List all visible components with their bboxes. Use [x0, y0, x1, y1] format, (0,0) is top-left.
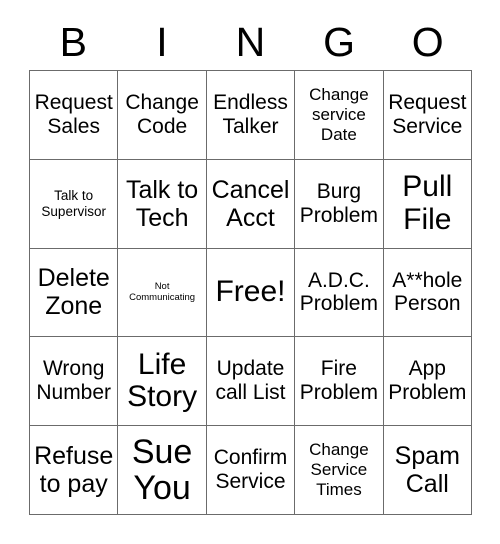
bingo-cell-label: Fire Problem [299, 357, 378, 405]
bingo-cell-r5c1[interactable]: Refuse to pay [30, 426, 119, 515]
bingo-cell-r5c3[interactable]: Confirm Service [206, 426, 296, 515]
bingo-cell-label: Free! [215, 275, 286, 309]
bingo-cell-r3c3[interactable]: Free! [206, 248, 296, 338]
bingo-cell-label: Talk to Tech [125, 175, 199, 232]
bingo-header-letter-g: G [323, 18, 356, 65]
bingo-cell-r4c2[interactable]: Life Story [118, 337, 207, 427]
bingo-cell-label: Confirm Service [213, 446, 288, 494]
bingo-cell-label: Cancel Acct [211, 175, 290, 232]
bingo-cell-r1c5[interactable]: Request Service [383, 71, 472, 160]
bingo-header-letter-b: B [59, 18, 87, 65]
bingo-cell-r5c5[interactable]: Spam Call [383, 426, 472, 515]
bingo-cell-r1c1[interactable]: Request Sales [30, 71, 119, 160]
bingo-cell-label: Life Story [127, 347, 198, 414]
bingo-cell-label: Request Sales [34, 90, 113, 138]
bingo-cell-r3c4[interactable]: A.D.C. Problem [295, 248, 384, 338]
bingo-cell-r4c3[interactable]: Update call List [206, 337, 296, 427]
bingo-cell-label: Change Service Times [309, 440, 369, 500]
bingo-cell-label: Request Service [388, 90, 467, 138]
bingo-header-row: BINGO [29, 14, 472, 70]
bingo-cell-label: Change service Date [309, 84, 369, 144]
bingo-cell-r3c5[interactable]: A**hole Person [383, 248, 472, 338]
bingo-cell-label: Endless Talker [213, 90, 288, 138]
bingo-cell-label: Wrong Number [36, 357, 112, 405]
bingo-cell-label: App Problem [388, 357, 467, 405]
bingo-cell-label: Burg Problem [299, 179, 378, 227]
bingo-cell-label: A.D.C. Problem [299, 268, 378, 316]
bingo-cell-r2c4[interactable]: Burg Problem [295, 159, 384, 249]
bingo-cell-label: Change Code [125, 90, 199, 138]
bingo-cell-r2c5[interactable]: Pull File [383, 159, 472, 249]
bingo-cell-r2c2[interactable]: Talk to Tech [118, 159, 207, 249]
bingo-header-letter-n: N [235, 18, 266, 65]
bingo-cell-r5c4[interactable]: Change Service Times [295, 426, 384, 515]
bingo-cell-label: Sue You [131, 433, 193, 508]
bingo-cell-label: Not Communicating [129, 280, 196, 304]
bingo-cell-r1c4[interactable]: Change service Date [295, 71, 384, 160]
bingo-cell-r3c1[interactable]: Delete Zone [30, 248, 119, 338]
bingo-grid: Request Sales Change Code Endless Talker Ch… [29, 70, 472, 515]
bingo-cell-r1c3[interactable]: Endless Talker [206, 71, 296, 160]
bingo-cell-r3c2[interactable]: Not Communicating [118, 248, 207, 338]
bingo-cell-r4c1[interactable]: Wrong Number [30, 337, 119, 427]
bingo-cell-r2c1[interactable]: Talk to Supervisor [30, 159, 119, 249]
bingo-cell-label: Spam Call [394, 442, 460, 499]
bingo-cell-r4c4[interactable]: Fire Problem [295, 337, 384, 427]
bingo-cell-label: Talk to Supervisor [41, 187, 106, 219]
bingo-cell-label: Pull File [402, 170, 453, 236]
bingo-header-letter-i: I [156, 18, 168, 65]
bingo-cell-r2c3[interactable]: Cancel Acct [206, 159, 296, 249]
bingo-cell-label: Refuse to pay [34, 442, 114, 499]
bingo-cell-r4c5[interactable]: App Problem [383, 337, 472, 427]
bingo-cell-label: Delete Zone [37, 264, 110, 321]
bingo-cell-r1c2[interactable]: Change Code [118, 71, 207, 160]
bingo-card: B I N G O Request Sales Change Code Endless Ta… [0, 0, 500, 544]
bingo-cell-label: A**hole Person [392, 268, 463, 316]
bingo-cell-r5c2[interactable]: Sue You [118, 426, 207, 515]
bingo-header-letter-o: O [411, 18, 444, 65]
bingo-cell-label: Update call List [215, 357, 286, 405]
